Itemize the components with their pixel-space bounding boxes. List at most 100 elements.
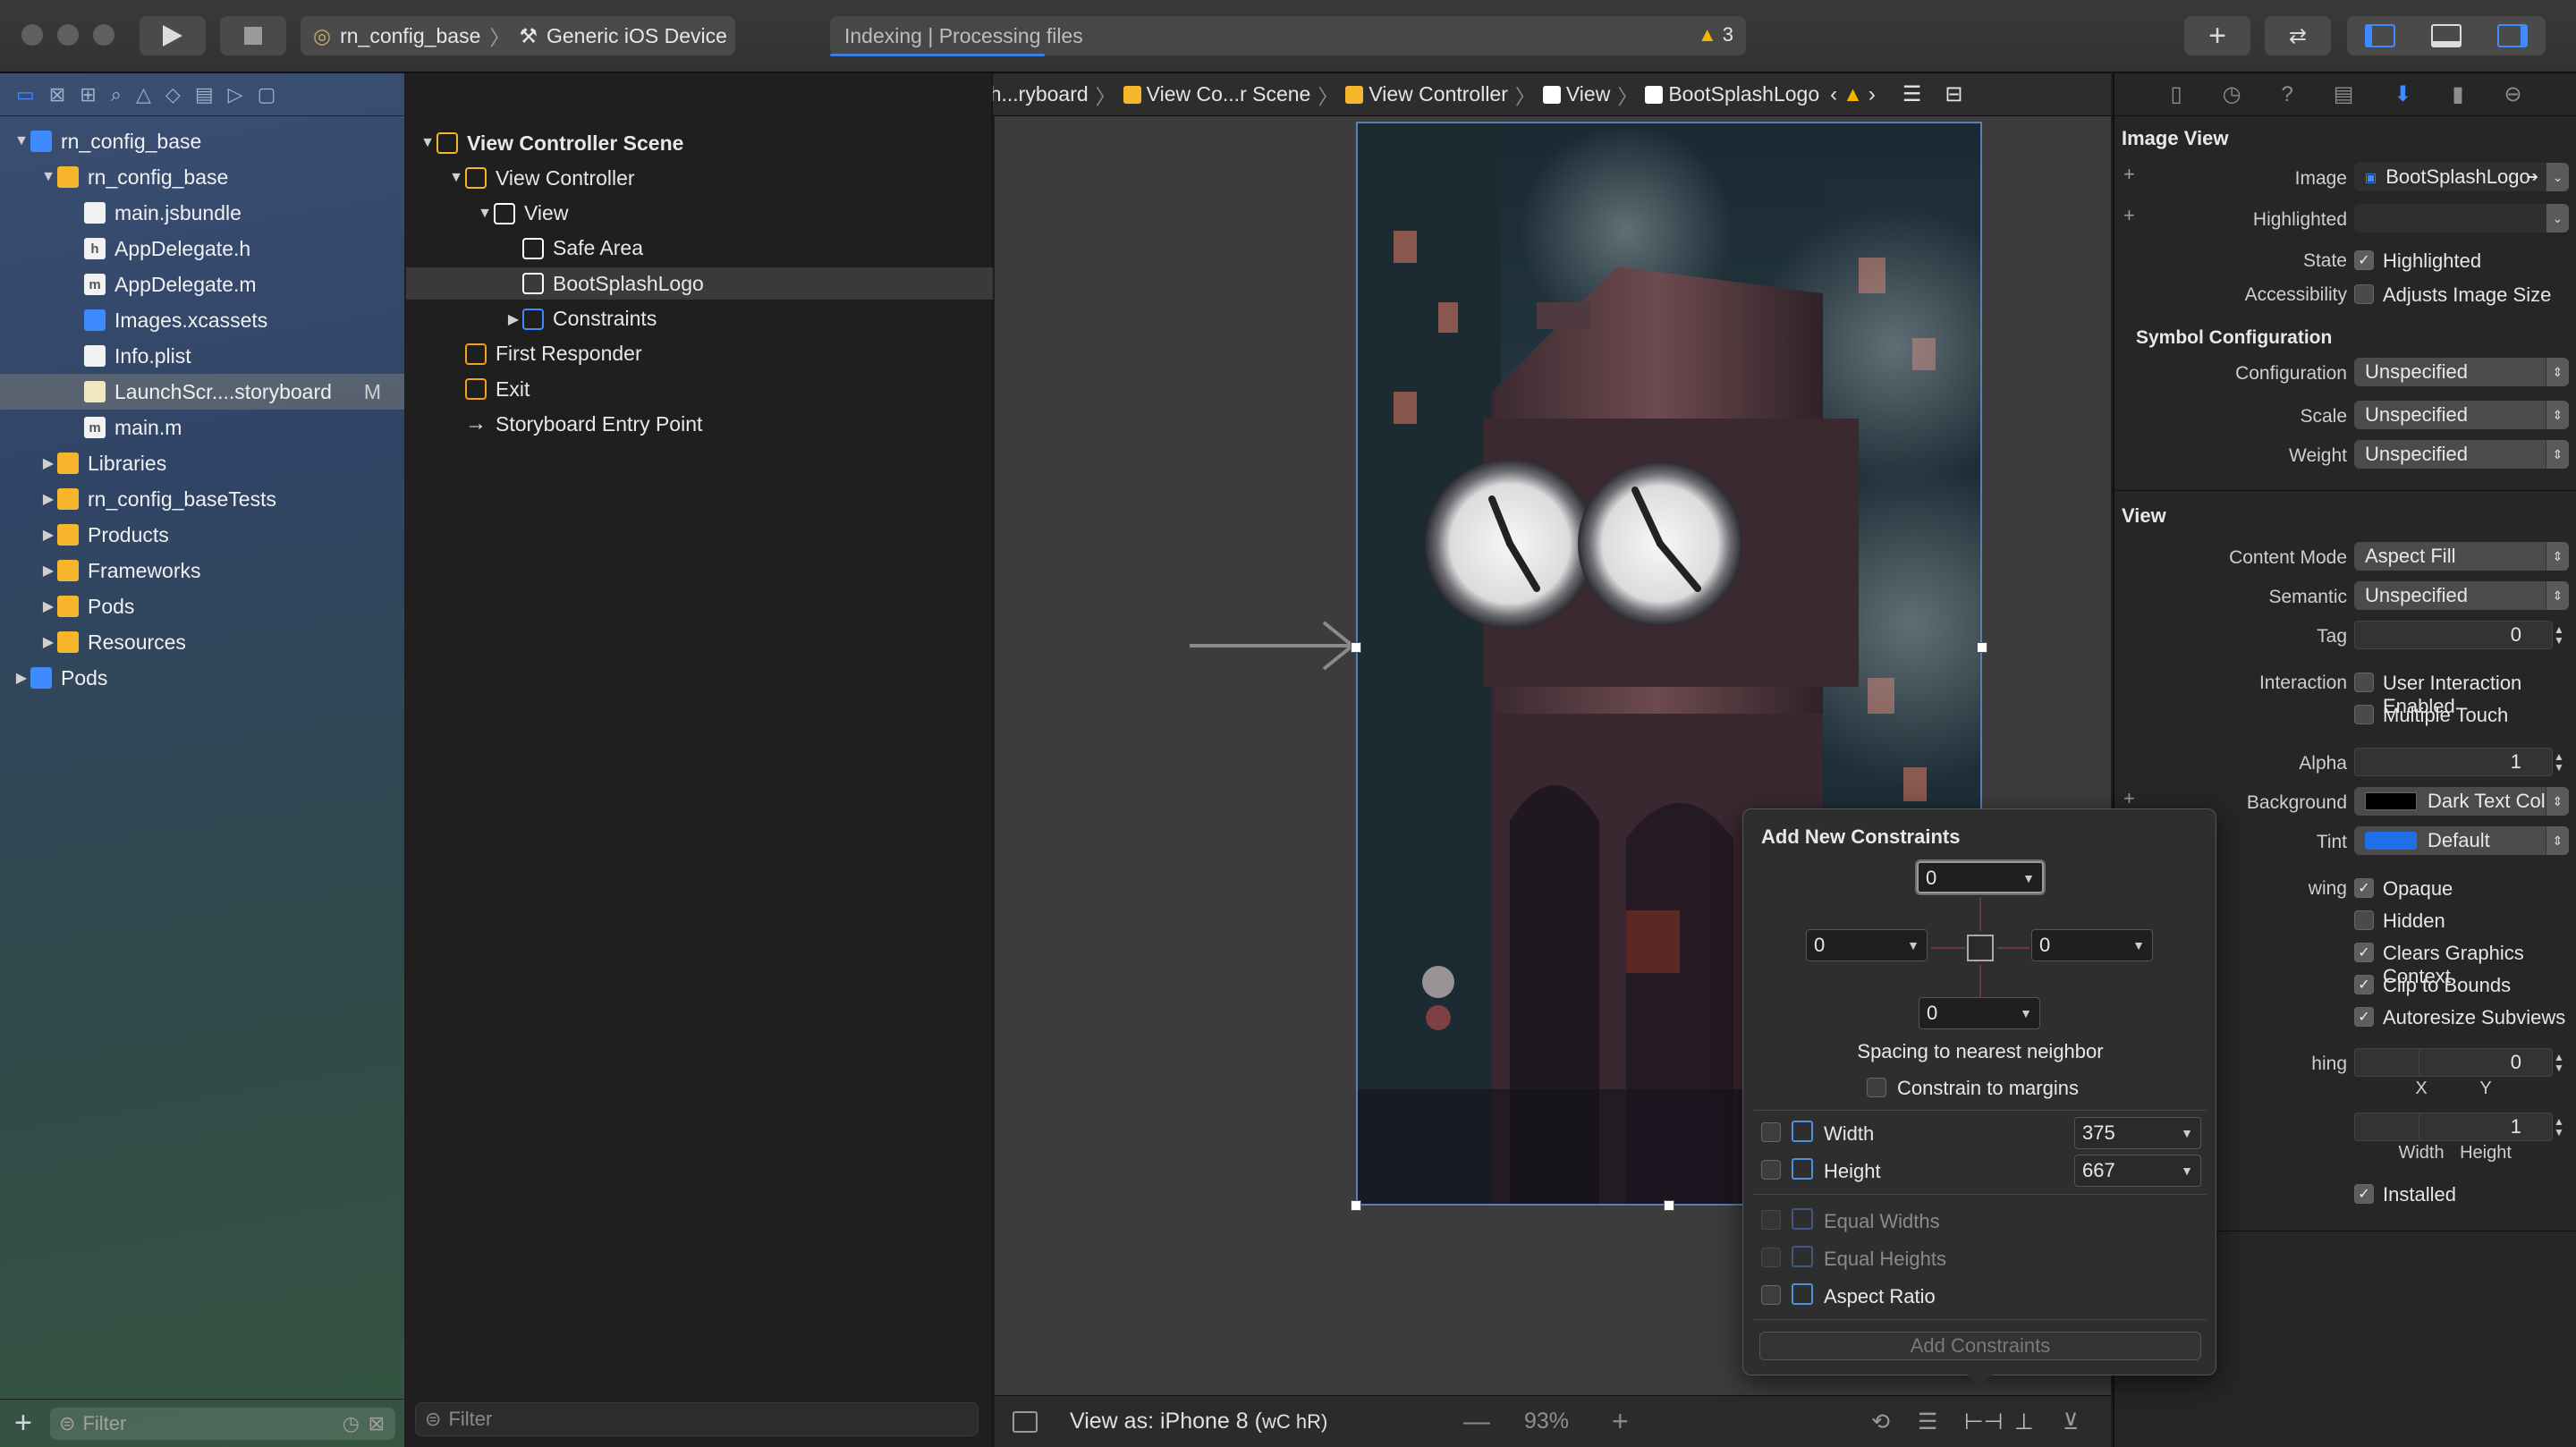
next-issue-icon[interactable]: › <box>1868 82 1876 107</box>
navigator-item[interactable]: LaunchScr....storyboard M <box>0 374 404 410</box>
debug-area-toggle-icon[interactable] <box>2431 24 2462 47</box>
clears-graphics-checkbox[interactable]: ✓ <box>2354 943 2374 962</box>
equal-widths-checkbox[interactable] <box>1761 1210 1781 1230</box>
bottom-strut[interactable] <box>1979 965 1981 1001</box>
bottom-spacing-field[interactable]: 0 ▼ <box>1919 997 2040 1029</box>
leading-spacing-field[interactable]: 0 ▼ <box>1806 929 1928 961</box>
navigator-item[interactable]: m AppDelegate.m <box>0 267 404 302</box>
warning-indicator[interactable]: ▲ 3 <box>1698 23 1733 47</box>
outline-row[interactable]: Safe Area <box>406 233 993 265</box>
stretch-y-field[interactable]: 0 <box>2419 1048 2553 1077</box>
equal-heights-checkbox[interactable] <box>1761 1248 1781 1267</box>
close-window-button[interactable] <box>21 24 43 46</box>
test-icon[interactable]: ◇ <box>165 83 181 106</box>
update-frames-icon[interactable]: ⟲ <box>1871 1409 1890 1435</box>
breadcrumb-item[interactable]: View <box>1542 82 1610 106</box>
hidden-checkbox[interactable] <box>2354 910 2374 930</box>
add-constraints-button[interactable]: Add Constraints <box>1759 1332 2201 1360</box>
zoom-in-icon[interactable]: + <box>1612 1405 1629 1438</box>
outline-row[interactable]: ▼ View Controller Scene <box>406 127 993 159</box>
background-color-popup[interactable]: Dark Text Color ⇕ <box>2354 787 2569 816</box>
source-control-icon[interactable]: ⊠ <box>49 83 65 106</box>
disclosure-closed-icon[interactable]: ▶ <box>13 669 30 687</box>
library-button[interactable]: + <box>2184 16 2250 55</box>
width-constraint-checkbox[interactable] <box>1761 1122 1781 1142</box>
document-outline-toggle-icon[interactable] <box>1013 1410 1038 1433</box>
disclosure-closed-icon[interactable]: ▶ <box>39 562 57 580</box>
trailing-strut[interactable] <box>1997 947 2029 949</box>
breadcrumb-item[interactable]: View Controller <box>1345 82 1508 106</box>
width-constraint-field[interactable]: 375 ▼ <box>2074 1117 2201 1149</box>
run-button[interactable] <box>140 16 206 55</box>
outline-row[interactable]: ▼ View Controller <box>406 162 993 194</box>
issue-icon[interactable]: △ <box>136 83 151 106</box>
disclosure-open-icon[interactable]: ▼ <box>447 170 465 186</box>
align-icon[interactable]: ⊢⊣ <box>1964 1409 2004 1435</box>
outline-row[interactable]: First Responder <box>406 338 993 370</box>
navigator-item[interactable]: Images.xcassets <box>0 302 404 338</box>
breadcrumb-item[interactable]: BootSplashLogo <box>1645 82 1819 106</box>
top-strut[interactable] <box>1979 897 1981 931</box>
outline-filter-input[interactable]: ⊜ Filter <box>415 1402 979 1436</box>
stretch-height-stepper[interactable]: ▲ ▼ <box>2551 1113 2567 1141</box>
navigator-item[interactable]: Info.plist <box>0 338 404 374</box>
stack-view-icon[interactable]: ☰ <box>1918 1409 1937 1435</box>
adjusts-image-size-checkbox[interactable] <box>2354 284 2374 304</box>
disclosure-closed-icon[interactable]: ▶ <box>39 526 57 544</box>
editor-options-icon[interactable]: ☰ <box>1902 81 1922 107</box>
disclosure-closed-icon[interactable]: ▶ <box>39 490 57 508</box>
device-selector[interactable]: View as: iPhone 8 (wC hR) <box>1070 1409 1327 1434</box>
file-inspector-icon[interactable]: ▯ <box>2170 81 2182 107</box>
navigator-item[interactable]: main.jsbundle <box>0 195 404 231</box>
trailing-spacing-field[interactable]: 0 ▼ <box>2031 929 2153 961</box>
connections-inspector-icon[interactable]: ⊖ <box>2504 81 2521 107</box>
resize-handle-left[interactable] <box>1351 642 1361 653</box>
semantic-popup[interactable]: Unspecified ⇕ <box>2354 581 2569 610</box>
stop-button[interactable] <box>220 16 286 55</box>
symbol-icon[interactable]: ⊞ <box>80 83 96 106</box>
alpha-field[interactable]: 1 <box>2354 748 2553 776</box>
outline-row[interactable]: Exit <box>406 373 993 405</box>
height-constraint-checkbox[interactable] <box>1761 1160 1781 1180</box>
size-inspector-icon[interactable]: ▮ <box>2452 81 2463 107</box>
report-icon[interactable]: ▢ <box>258 83 276 106</box>
constrain-to-margins-checkbox[interactable] <box>1867 1078 1886 1097</box>
navigator-filter-input[interactable]: ⊜ Filter ◷ ⊠ <box>50 1407 395 1440</box>
debug-icon[interactable]: ▤ <box>195 83 214 106</box>
navigator-item[interactable]: ▼ rn_config_base <box>0 159 404 195</box>
aspect-ratio-checkbox[interactable] <box>1761 1285 1781 1305</box>
stretch-y-stepper[interactable]: ▲ ▼ <box>2551 1048 2567 1077</box>
zoom-out-icon[interactable]: — <box>1463 1407 1490 1437</box>
disclosure-open-icon[interactable]: ▼ <box>476 206 494 222</box>
outline-row[interactable]: ▶ Constraints <box>406 303 993 335</box>
attributes-inspector-icon[interactable]: ⬇ <box>2394 81 2411 107</box>
resize-handle-bottom[interactable] <box>1664 1200 1674 1211</box>
disclosure-closed-icon[interactable]: ▶ <box>39 633 57 651</box>
top-spacing-field[interactable]: 0 ▼ <box>1915 859 2046 895</box>
weight-popup[interactable]: Unspecified ⇕ <box>2354 440 2569 469</box>
folder-icon[interactable]: ▭ <box>16 83 35 106</box>
outline-row[interactable]: ▼ View <box>406 198 993 230</box>
scale-popup[interactable]: Unspecified ⇕ <box>2354 401 2569 429</box>
navigator-item[interactable]: ▼ rn_config_base <box>0 123 404 159</box>
scm-filter-icon[interactable]: ⊠ <box>369 1412 385 1435</box>
leading-strut[interactable] <box>1931 947 1965 949</box>
image-combobox[interactable]: ▣ BootSplashLogo ➔ ⌄ <box>2354 163 2569 191</box>
history-inspector-icon[interactable]: ◷ <box>2223 81 2241 107</box>
user-interaction-checkbox[interactable] <box>2354 673 2374 692</box>
disclosure-open-icon[interactable]: ▼ <box>39 169 57 185</box>
navigator-toggle-icon[interactable] <box>2365 24 2395 47</box>
identity-inspector-icon[interactable]: ▤ <box>2334 81 2354 107</box>
highlighted-image-combobox[interactable]: ⌄ <box>2354 204 2569 233</box>
scheme-selector[interactable]: ◎ rn_config_base 〉 ⚒ Generic iOS Device <box>301 16 735 55</box>
tag-stepper[interactable]: ▲ ▼ <box>2551 621 2567 649</box>
inspector-toggle-icon[interactable] <box>2497 24 2528 47</box>
multiple-touch-checkbox[interactable] <box>2354 705 2374 724</box>
zoom-window-button[interactable] <box>93 24 114 46</box>
zoom-level[interactable]: 93% <box>1524 1409 1569 1434</box>
navigator-item[interactable]: ▶ rn_config_baseTests <box>0 481 404 517</box>
code-review-button[interactable]: ⇄ <box>2265 16 2331 55</box>
highlighted-checkbox[interactable]: ✓ <box>2354 250 2374 270</box>
resolve-issues-icon[interactable]: ⊻ <box>2063 1409 2079 1435</box>
add-constraints-icon[interactable]: ⊥ <box>2014 1409 2034 1435</box>
